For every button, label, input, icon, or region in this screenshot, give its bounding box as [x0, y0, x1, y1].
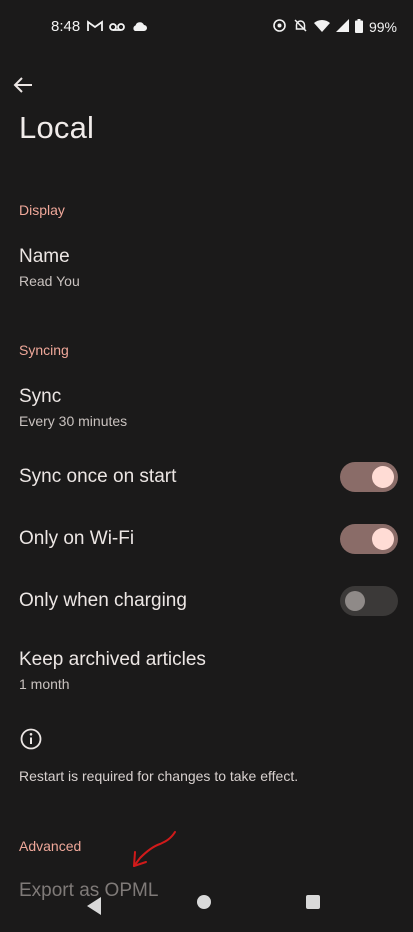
nav-back-icon[interactable] — [85, 896, 103, 916]
status-bar: 8:48 99% — [0, 0, 413, 56]
page-title: Local — [19, 110, 95, 145]
do-not-disturb-off-icon — [293, 18, 308, 36]
info-icon — [19, 727, 43, 751]
status-time: 8:48 — [51, 18, 81, 35]
section-header-advanced: Advanced — [19, 838, 82, 854]
battery-icon — [354, 18, 363, 36]
wifi-icon — [313, 19, 330, 35]
only-when-charging-setting[interactable]: Only when charging — [0, 576, 413, 626]
signal-icon — [335, 19, 349, 35]
status-right-icons: 99% — [272, 18, 397, 36]
annotation-arrow-icon — [133, 831, 176, 867]
nav-home-icon[interactable] — [197, 895, 211, 909]
keep-archived-articles-title: Keep archived articles — [19, 649, 206, 670]
location-target-icon — [272, 18, 287, 36]
back-button[interactable] — [10, 74, 36, 100]
sync-setting-value: Every 30 minutes — [19, 413, 128, 429]
arrow-back-icon — [13, 76, 33, 99]
sync-setting[interactable]: Sync Every 30 minutes — [0, 376, 413, 440]
battery-percentage: 99% — [368, 19, 397, 35]
only-when-charging-toggle[interactable] — [340, 586, 398, 616]
only-on-wifi-setting[interactable]: Only on Wi-Fi — [0, 514, 413, 564]
only-on-wifi-title: Only on Wi-Fi — [19, 528, 135, 549]
section-header-syncing: Syncing — [19, 342, 69, 358]
settings-screen: 8:48 99% Local Display Name Read You Syn… — [0, 0, 413, 932]
restart-required-note: Restart is required for changes to take … — [19, 768, 299, 784]
nav-recents-icon[interactable] — [306, 895, 320, 909]
status-left-icons — [87, 19, 147, 37]
cloud-icon — [131, 19, 147, 37]
toggle-knob — [372, 466, 394, 488]
name-setting[interactable]: Name Read You — [0, 236, 413, 300]
sync-once-on-start-title: Sync once on start — [19, 466, 177, 487]
voicemail-icon — [109, 19, 125, 37]
sync-once-on-start-toggle[interactable] — [340, 462, 398, 492]
toggle-knob — [345, 591, 365, 611]
system-nav-bar — [0, 892, 413, 932]
only-on-wifi-toggle[interactable] — [340, 524, 398, 554]
name-setting-title: Name — [19, 246, 70, 267]
name-setting-value: Read You — [19, 273, 80, 289]
keep-archived-articles-value: 1 month — [19, 676, 70, 692]
sync-once-on-start-setting[interactable]: Sync once on start — [0, 452, 413, 502]
sync-setting-title: Sync — [19, 386, 62, 407]
gmail-icon — [87, 19, 103, 37]
section-header-display: Display — [19, 202, 65, 218]
keep-archived-articles-setting[interactable]: Keep archived articles 1 month — [0, 640, 413, 704]
toggle-knob — [372, 528, 394, 550]
only-when-charging-title: Only when charging — [19, 590, 187, 611]
